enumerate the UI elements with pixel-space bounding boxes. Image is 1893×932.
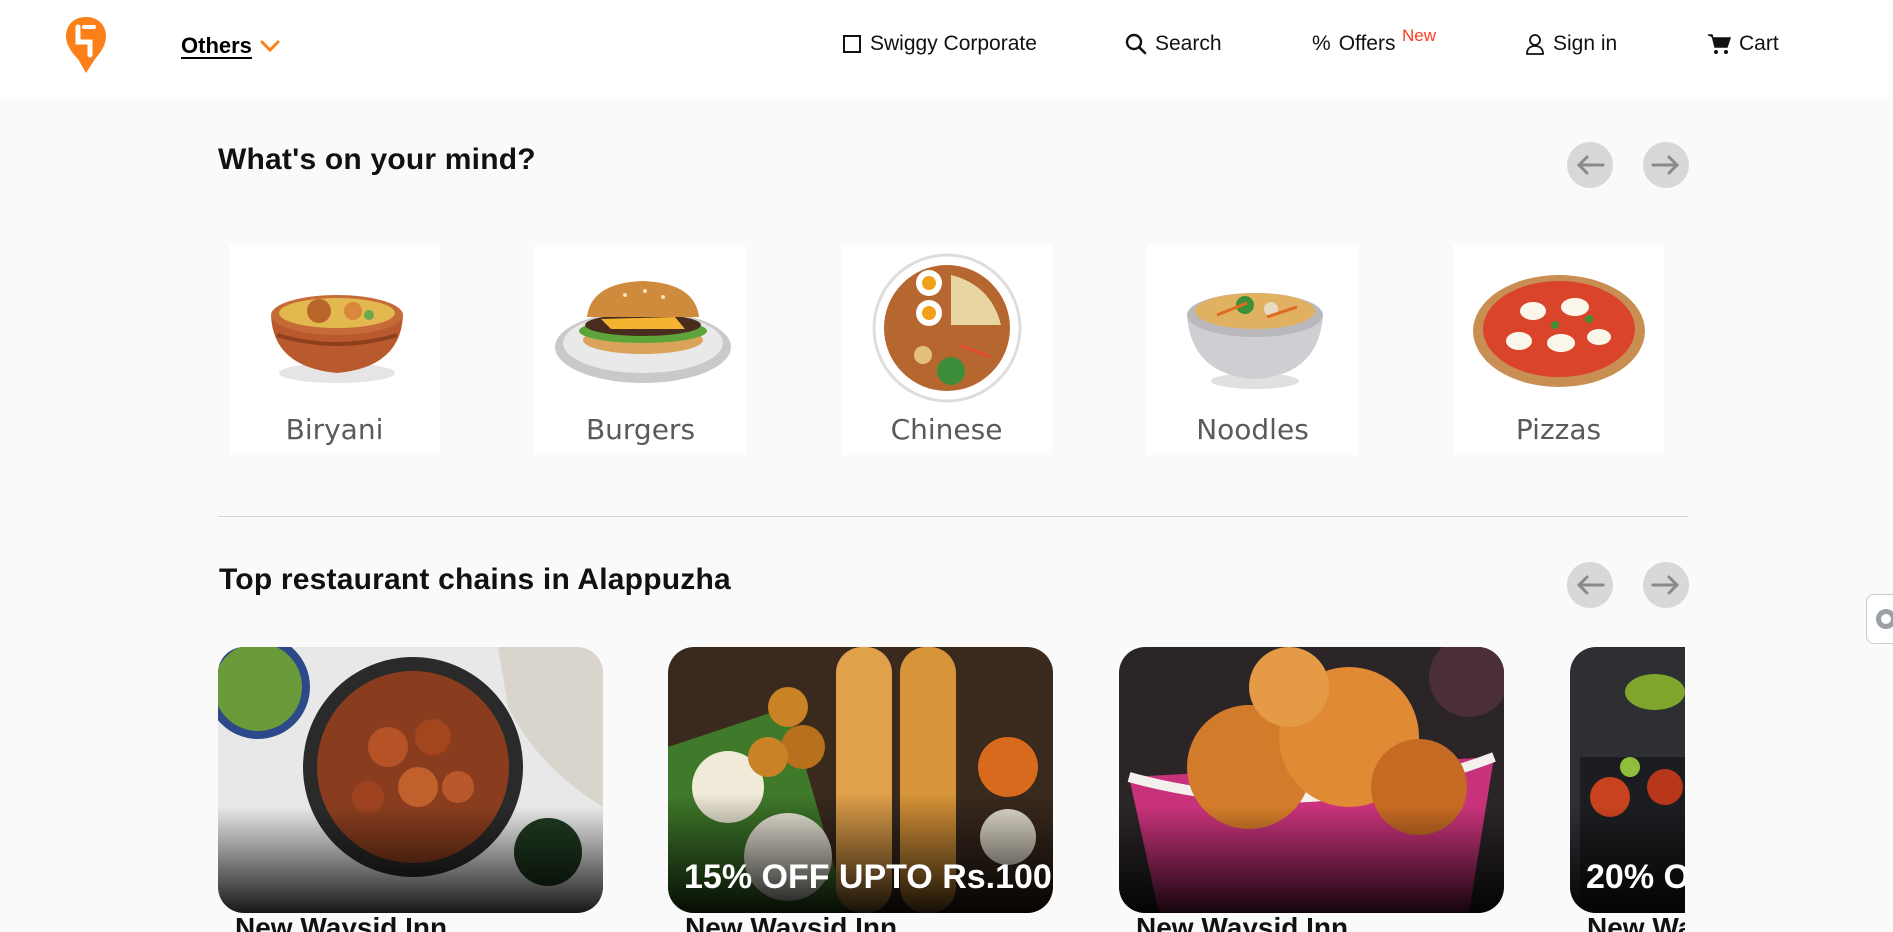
nav-search[interactable]: Search bbox=[1125, 32, 1222, 56]
mind-item-label: Pizzas bbox=[1515, 413, 1602, 446]
mind-item-pizzas[interactable]: Pizzas bbox=[1453, 245, 1664, 455]
nav-corporate-label: Swiggy Corporate bbox=[870, 32, 1037, 55]
arrow-left-icon bbox=[1576, 155, 1605, 175]
mind-item-chinese[interactable]: Chinese bbox=[841, 245, 1052, 455]
restaurant-name[interactable]: New Waysid Inn bbox=[685, 912, 897, 932]
mind-item-label: Noodles bbox=[1196, 413, 1309, 446]
nav-cart[interactable]: Cart bbox=[1707, 32, 1779, 56]
nav-sign-in[interactable]: Sign in bbox=[1525, 32, 1617, 56]
noodles-image bbox=[1187, 293, 1323, 389]
nav-search-label: Search bbox=[1155, 32, 1222, 55]
mind-next-button[interactable] bbox=[1643, 142, 1689, 188]
arrow-right-icon bbox=[1651, 155, 1680, 175]
swiggy-logo[interactable] bbox=[56, 10, 116, 80]
cart-icon bbox=[1708, 34, 1731, 54]
mind-item-label: Biryani bbox=[285, 413, 384, 446]
chinese-image bbox=[872, 253, 1022, 403]
restaurant-card[interactable] bbox=[218, 647, 603, 913]
restaurant-card-clip: 20% OFF New Waysid Inn bbox=[1570, 647, 1685, 932]
biryani-image bbox=[271, 295, 403, 383]
mind-section-title: What's on your mind? bbox=[218, 143, 536, 176]
briefcase-icon bbox=[843, 35, 861, 53]
nav-offers[interactable]: % Offers bbox=[1312, 32, 1395, 56]
restaurant-image bbox=[1119, 647, 1504, 913]
mind-item-label: Chinese bbox=[890, 413, 1003, 446]
restaurant-offer: 20% OFF bbox=[1586, 858, 1685, 896]
mind-item-label: Burgers bbox=[585, 413, 696, 446]
restaurant-name[interactable]: New Waysid Inn bbox=[235, 912, 447, 932]
restaurant-offer: 15% OFF UPTO Rs.100 bbox=[684, 858, 1052, 896]
offers-new-badge: New bbox=[1402, 26, 1437, 45]
mind-prev-button[interactable] bbox=[1567, 142, 1613, 188]
chains-next-button[interactable] bbox=[1643, 562, 1689, 608]
search-icon bbox=[1125, 33, 1147, 55]
mind-item-noodles[interactable]: Noodles bbox=[1147, 245, 1358, 455]
side-feedback-widget[interactable] bbox=[1866, 594, 1893, 644]
chains-section-title: Top restaurant chains in Alappuzha bbox=[219, 563, 731, 596]
burger-image bbox=[555, 281, 731, 383]
mind-item-biryani[interactable]: Biryani bbox=[229, 245, 440, 455]
chevron-down-icon bbox=[260, 40, 280, 53]
nav-signin-label: Sign in bbox=[1553, 32, 1618, 55]
feedback-icon bbox=[1876, 609, 1893, 629]
mind-item-burgers[interactable]: Burgers bbox=[535, 245, 746, 455]
top-header: Others Swiggy Corporate Search % Offers … bbox=[0, 0, 1893, 97]
chains-prev-button[interactable] bbox=[1567, 562, 1613, 608]
percent-icon: % bbox=[1312, 32, 1331, 55]
pizza-image bbox=[1473, 275, 1645, 387]
restaurant-card[interactable] bbox=[1119, 647, 1504, 913]
section-divider bbox=[218, 516, 1688, 517]
user-icon bbox=[1526, 34, 1544, 55]
arrow-left-icon bbox=[1576, 575, 1605, 595]
nav-cart-label: Cart bbox=[1739, 32, 1779, 55]
restaurant-card[interactable]: 15% OFF UPTO Rs.100 bbox=[668, 647, 1053, 913]
restaurant-image bbox=[218, 647, 603, 913]
location-label: Others bbox=[181, 33, 252, 58]
nav-swiggy-corporate[interactable]: Swiggy Corporate bbox=[842, 32, 1037, 56]
restaurant-card[interactable]: 20% OFF bbox=[1570, 647, 1685, 913]
location-selector[interactable]: Others bbox=[181, 33, 280, 59]
arrow-right-icon bbox=[1651, 575, 1680, 595]
nav-offers-label: Offers bbox=[1338, 32, 1396, 55]
swiggy-logo-icon bbox=[66, 17, 106, 73]
restaurant-name[interactable]: New Waysid Inn bbox=[1136, 912, 1348, 932]
restaurant-name[interactable]: New Waysid Inn bbox=[1587, 912, 1685, 932]
